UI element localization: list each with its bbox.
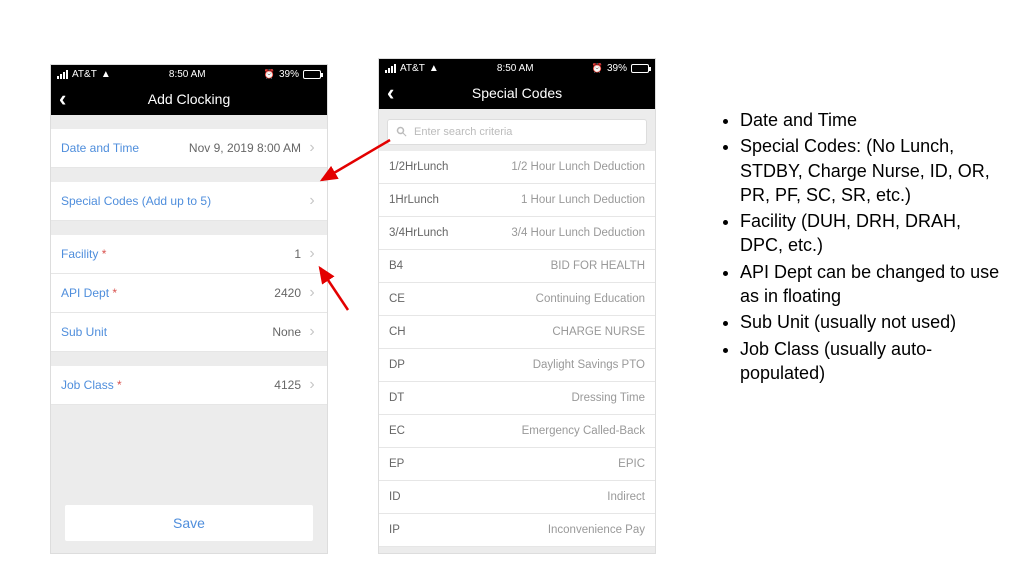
code-abbrev: 1/2HrLunch <box>389 161 448 173</box>
row-special-codes[interactable]: Special Codes (Add up to 5) › <box>51 182 327 221</box>
code-desc: Emergency Called-Back <box>522 425 645 437</box>
code-row[interactable]: EC Emergency Called-Back <box>379 415 655 448</box>
alarm-icon: ⏰ <box>592 63 603 74</box>
code-desc: Inconvenience Pay <box>548 524 645 536</box>
chevron-right-icon: › <box>307 376 317 394</box>
code-row[interactable]: EP EPIC <box>379 448 655 481</box>
code-row[interactable]: CH CHARGE NURSE <box>379 316 655 349</box>
battery-icon <box>631 64 649 73</box>
code-abbrev: 3/4HrLunch <box>389 227 448 239</box>
row-facility[interactable]: Facility * 1 › <box>51 235 327 274</box>
code-abbrev: IP <box>389 524 400 536</box>
phone-special-codes: AT&T ▲ 8:50 AM ⏰ 39% ‹ Special Codes Ent… <box>378 58 656 554</box>
note-item: Job Class (usually auto-populated) <box>740 337 1000 386</box>
code-abbrev: CE <box>389 293 405 305</box>
row-subunit[interactable]: Sub Unit None › <box>51 313 327 352</box>
code-row[interactable]: 3/4HrLunch 3/4 Hour Lunch Deduction <box>379 217 655 250</box>
chevron-right-icon: › <box>307 245 317 263</box>
code-desc: EPIC <box>618 458 645 470</box>
code-abbrev: 1HrLunch <box>389 194 439 206</box>
label-datetime: Date and Time <box>61 141 139 155</box>
row-api-dept[interactable]: API Dept * 2420 › <box>51 274 327 313</box>
page-title: Add Clocking <box>148 91 231 107</box>
code-abbrev: ID <box>389 491 401 503</box>
signal-icon <box>385 64 396 73</box>
chevron-right-icon: › <box>307 284 317 302</box>
value-apidept: 2420 <box>117 286 301 300</box>
navbar: ‹ Special Codes <box>379 77 655 109</box>
code-abbrev: CH <box>389 326 406 338</box>
label-subunit: Sub Unit <box>61 325 107 339</box>
carrier: AT&T <box>72 69 97 80</box>
code-desc: Dressing Time <box>572 392 646 404</box>
row-jobclass[interactable]: Job Class * 4125 › <box>51 366 327 405</box>
wifi-icon: ▲ <box>429 63 439 74</box>
code-desc: Indirect <box>607 491 645 503</box>
carrier: AT&T <box>400 63 425 74</box>
value-facility: 1 <box>106 247 301 261</box>
code-row[interactable]: 1/2HrLunch 1/2 Hour Lunch Deduction <box>379 151 655 184</box>
code-abbrev: EC <box>389 425 405 437</box>
chevron-right-icon: › <box>307 139 317 157</box>
note-item: API Dept can be changed to use as in flo… <box>740 260 1000 309</box>
battery-icon <box>303 70 321 79</box>
code-row[interactable]: B4 BID FOR HEALTH <box>379 250 655 283</box>
code-abbrev: EP <box>389 458 404 470</box>
label-jobclass: Job Class * <box>61 378 122 392</box>
save-button[interactable]: Save <box>65 505 313 541</box>
code-desc: BID FOR HEALTH <box>551 260 645 272</box>
code-abbrev: B4 <box>389 260 403 272</box>
code-row[interactable]: 1HrLunch 1 Hour Lunch Deduction <box>379 184 655 217</box>
value-datetime: Nov 9, 2019 8:00 AM <box>139 141 301 155</box>
code-desc: Daylight Savings PTO <box>533 359 645 371</box>
note-item: Date and Time <box>740 108 1000 132</box>
label-facility: Facility * <box>61 247 106 261</box>
code-row[interactable]: IP Inconvenience Pay <box>379 514 655 547</box>
status-bar: AT&T ▲ 8:50 AM ⏰ 39% <box>51 65 327 83</box>
chevron-right-icon: › <box>307 192 317 210</box>
wifi-icon: ▲ <box>101 69 111 80</box>
battery-pct: 39% <box>279 69 299 80</box>
search-icon <box>396 126 408 138</box>
code-row[interactable]: DP Daylight Savings PTO <box>379 349 655 382</box>
navbar: ‹ Add Clocking <box>51 83 327 115</box>
search-input[interactable]: Enter search criteria <box>387 119 647 145</box>
alarm-icon: ⏰ <box>264 69 275 80</box>
status-time: 8:50 AM <box>497 63 534 74</box>
battery-pct: 39% <box>607 63 627 74</box>
code-row[interactable]: CE Continuing Education <box>379 283 655 316</box>
value-jobclass: 4125 <box>122 378 301 392</box>
row-datetime[interactable]: Date and Time Nov 9, 2019 8:00 AM › <box>51 129 327 168</box>
code-abbrev: DP <box>389 359 405 371</box>
code-row[interactable]: ID Indirect <box>379 481 655 514</box>
back-icon[interactable]: ‹ <box>59 88 66 110</box>
signal-icon <box>57 70 68 79</box>
status-time: 8:50 AM <box>169 69 206 80</box>
phone-add-clocking: AT&T ▲ 8:50 AM ⏰ 39% ‹ Add Clocking Date… <box>50 64 328 554</box>
code-desc: 1/2 Hour Lunch Deduction <box>511 161 645 173</box>
code-desc: 3/4 Hour Lunch Deduction <box>511 227 645 239</box>
back-icon[interactable]: ‹ <box>387 82 394 104</box>
note-item: Sub Unit (usually not used) <box>740 310 1000 334</box>
note-item: Facility (DUH, DRH, DRAH, DPC, etc.) <box>740 209 1000 258</box>
status-bar: AT&T ▲ 8:50 AM ⏰ 39% <box>379 59 655 77</box>
notes: Date and TimeSpecial Codes: (No Lunch, S… <box>720 108 1000 387</box>
note-item: Special Codes: (No Lunch, STDBY, Charge … <box>740 134 1000 207</box>
code-desc: Continuing Education <box>536 293 645 305</box>
code-desc: 1 Hour Lunch Deduction <box>521 194 645 206</box>
code-row[interactable]: DT Dressing Time <box>379 382 655 415</box>
label-apidept: API Dept * <box>61 286 117 300</box>
code-desc: CHARGE NURSE <box>552 326 645 338</box>
label-special: Special Codes (Add up to 5) <box>61 194 211 208</box>
codes-list: 1/2HrLunch 1/2 Hour Lunch Deduction 1HrLun… <box>379 151 655 547</box>
code-abbrev: DT <box>389 392 404 404</box>
chevron-right-icon: › <box>307 323 317 341</box>
search-placeholder: Enter search criteria <box>414 126 512 138</box>
value-subunit: None <box>107 325 301 339</box>
page-title: Special Codes <box>472 85 562 101</box>
search-wrap: Enter search criteria <box>379 109 655 151</box>
